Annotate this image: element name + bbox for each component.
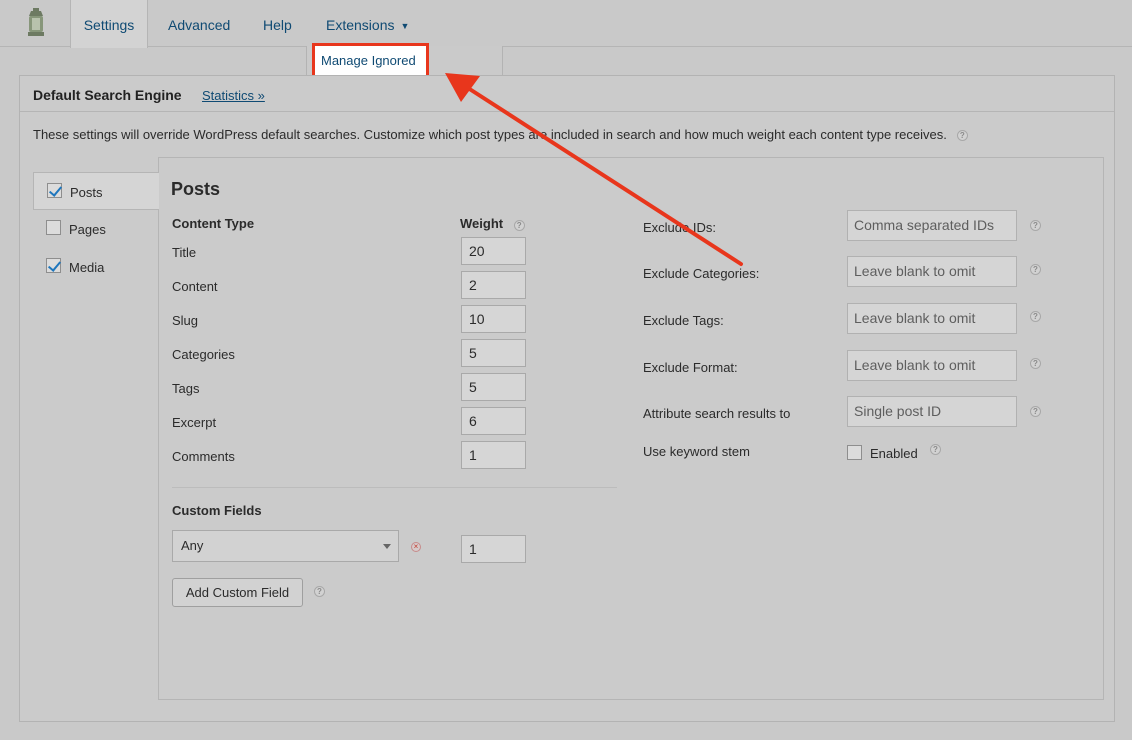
add-custom-field-button[interactable]: Add Custom Field [172,578,303,607]
statistics-link[interactable]: Statistics » [202,88,265,103]
search-engine-panel: Default Search Engine Statistics » These… [19,75,1115,722]
weight-input-tags[interactable]: 5 [461,373,526,401]
help-icon[interactable]: ? [930,444,941,455]
content-type-label: Comments [172,449,235,464]
section-title: Posts [171,179,221,199]
weight-header-label: Weight [460,216,504,231]
help-icon[interactable]: ? [513,220,525,231]
tab-extensions-label: Extensions [326,17,395,33]
panel-header: Default Search Engine Statistics » [20,76,1114,112]
post-type-settings: Posts Content Type Weight ? Title 20 Con… [158,157,1104,700]
post-type-label: Pages [69,222,106,237]
exclude-ids-label: Exclude IDs: [643,220,716,235]
intro-text: These settings will override WordPress d… [33,127,968,142]
custom-fields-header: Custom Fields [172,503,262,518]
weight-header: Weight ? [460,216,525,231]
intro-text-label: These settings will override WordPress d… [33,127,947,142]
post-type-tab-posts[interactable]: Posts [33,172,159,210]
exclude-format-label: Exclude Format: [643,360,738,375]
weight-input-categories[interactable]: 5 [461,339,526,367]
weight-input-title[interactable]: 20 [461,237,526,265]
keyword-stem-label: Use keyword stem [643,444,750,459]
attribute-results-input[interactable]: Single post ID [847,396,1017,427]
content-type-label: Title [172,245,197,260]
help-icon[interactable]: ? [1030,358,1041,369]
lantern-logo-icon [28,8,44,36]
content-type-label: Tags [172,381,200,396]
top-nav: Settings Advanced Help Extensions ▼ [0,0,1132,48]
content-type-label: Content [172,279,218,294]
media-checkbox[interactable] [46,258,61,273]
content-type-label: Excerpt [172,415,217,430]
tab-help[interactable]: Help [263,0,292,48]
weight-input-custom-field[interactable]: 1 [461,535,526,563]
custom-field-select[interactable]: Any [172,530,399,562]
remove-custom-field-icon[interactable]: × [411,542,421,552]
weight-input-content[interactable]: 2 [461,271,526,299]
posts-checkbox[interactable] [47,183,62,198]
help-icon[interactable]: ? [1030,264,1041,275]
content-type-label: Slug [172,313,199,328]
panel-title: Default Search Engine [33,87,182,103]
post-type-tab-pages[interactable]: Pages [33,210,159,248]
custom-field-select-value: Any [181,538,204,553]
help-icon[interactable]: ? [956,130,968,141]
exclude-format-input[interactable]: Leave blank to omit [847,350,1017,381]
weight-input-slug[interactable]: 10 [461,305,526,333]
weight-input-comments[interactable]: 1 [461,441,526,469]
help-icon[interactable]: ? [1030,311,1041,322]
post-type-label: Posts [70,185,103,200]
tab-advanced[interactable]: Advanced [168,0,230,48]
keyword-stem-enabled-label: Enabled [870,446,918,461]
exclude-tags-label: Exclude Tags: [643,313,724,328]
post-type-label: Media [69,260,105,275]
tab-settings[interactable]: Settings [70,0,148,48]
content-type-header: Content Type [172,216,255,231]
exclude-categories-input[interactable]: Leave blank to omit [847,256,1017,287]
help-icon[interactable]: ? [1030,220,1041,231]
weight-input-excerpt[interactable]: 6 [461,407,526,435]
exclude-ids-input[interactable]: Comma separated IDs [847,210,1017,241]
divider [172,487,617,488]
pages-checkbox[interactable] [46,220,61,235]
keyword-stem-checkbox[interactable] [847,445,862,460]
caret-down-icon: ▼ [400,21,410,31]
manage-ignored-menu-item[interactable]: Manage Ignored [312,43,429,79]
help-icon[interactable]: ? [1030,406,1041,417]
tab-extensions[interactable]: Extensions ▼ [326,0,409,48]
content-type-label: Categories [172,347,235,362]
help-icon[interactable]: ? [314,586,325,597]
exclude-tags-input[interactable]: Leave blank to omit [847,303,1017,334]
chevron-down-icon [383,544,391,549]
exclude-categories-label: Exclude Categories: [643,266,760,281]
attribute-results-label: Attribute search results to [643,406,791,421]
post-type-tab-media[interactable]: Media [33,248,159,286]
